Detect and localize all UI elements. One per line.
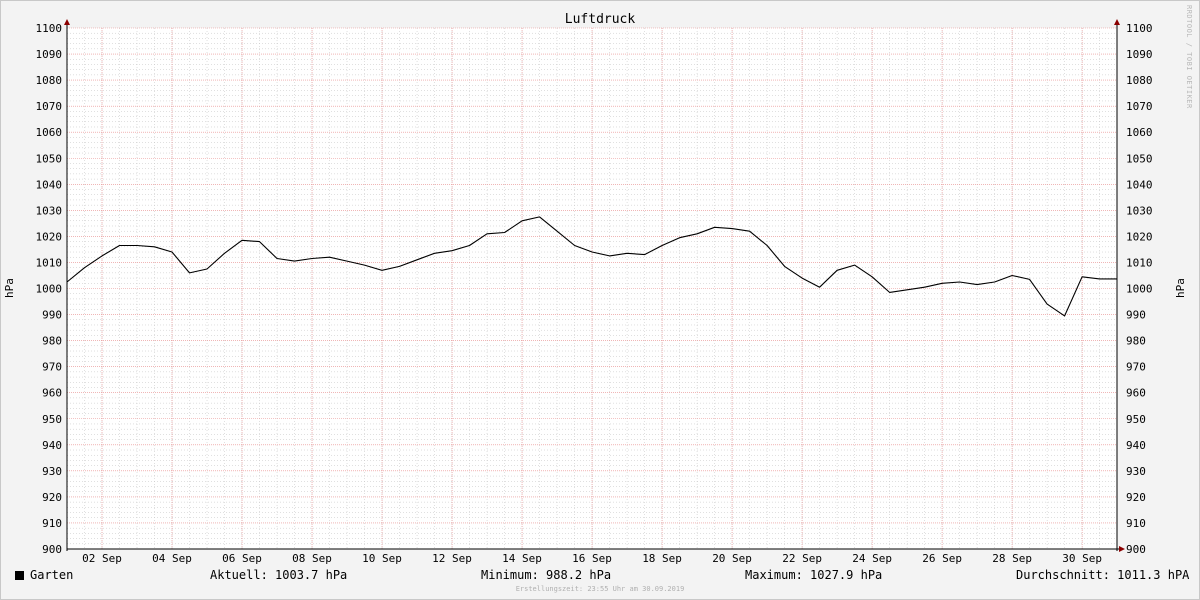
y-tick-label: 1090 xyxy=(36,48,63,61)
y-tick-label: 990 xyxy=(42,309,62,322)
y-tick-label: 1020 xyxy=(1126,230,1153,243)
y-tick-label: 1060 xyxy=(36,126,63,139)
x-tick-label: 02 Sep xyxy=(82,552,122,565)
y-axis-arrow-right xyxy=(1114,19,1120,25)
y-tick-label: 940 xyxy=(1126,439,1146,452)
y-tick-label: 1050 xyxy=(36,152,63,165)
y-tick-label: 1030 xyxy=(1126,204,1153,217)
y-tick-label: 1080 xyxy=(36,74,63,87)
x-tick-labels: 02 Sep 04 Sep 06 Sep 08 Sep 10 Sep 12 Sep 14 S… xyxy=(82,552,1102,565)
y-tick-label: 1040 xyxy=(36,178,63,191)
y-tick-label: 1010 xyxy=(1126,256,1153,269)
y-tick-label: 960 xyxy=(1126,387,1146,400)
legend-minimum: Minimum: 988.2 hPa xyxy=(481,568,612,582)
x-tick-label: 14 Sep xyxy=(502,552,542,565)
y-tick-label: 1100 xyxy=(36,22,63,35)
y-tick-label: 970 xyxy=(1126,361,1146,374)
y-tick-label: 1070 xyxy=(36,100,63,113)
y-tick-label: 1000 xyxy=(36,283,63,296)
x-tick-label: 26 Sep xyxy=(922,552,962,565)
y-tick-label: 930 xyxy=(1126,465,1146,478)
legend-series: Garten xyxy=(15,568,73,582)
x-tick-label: 08 Sep xyxy=(292,552,332,565)
legend-maximum: Maximum: 1027.9 hPa xyxy=(745,568,883,582)
x-tick-label: 18 Sep xyxy=(642,552,682,565)
y-axis-arrow-left xyxy=(64,19,70,25)
y-tick-labels-left: 900 910 920 930 940 950 960 970 980 990 1000 1010 10… xyxy=(36,22,63,556)
legend-series-label: Garten xyxy=(30,568,74,582)
y-tick-label: 950 xyxy=(42,413,62,426)
y-tick-label: 940 xyxy=(42,439,62,452)
x-tick-label: 20 Sep xyxy=(712,552,752,565)
y-tick-label: 1080 xyxy=(1126,74,1153,87)
x-axis-arrow xyxy=(1119,546,1125,552)
y-tick-label: 1050 xyxy=(1126,152,1153,165)
y-tick-label: 1040 xyxy=(1126,178,1153,191)
x-tick-label: 22 Sep xyxy=(782,552,822,565)
x-tick-label: 06 Sep xyxy=(222,552,262,565)
luftdruck-chart: 900 910 920 930 940 950 960 970 980 990 1000 1010 10… xyxy=(3,12,1187,565)
x-tick-label: 30 Sep xyxy=(1062,552,1102,565)
y-axis-label-left: hPa xyxy=(3,278,16,298)
x-tick-label: 24 Sep xyxy=(852,552,892,565)
y-tick-label: 900 xyxy=(1126,543,1146,556)
y-tick-label: 980 xyxy=(1126,335,1146,348)
creation-timestamp: Erstellungszeit: 23:55 Uhr am 30.09.2019 xyxy=(515,585,685,593)
x-tick-label: 10 Sep xyxy=(362,552,402,565)
y-tick-label: 1000 xyxy=(1126,283,1153,296)
y-tick-label: 1060 xyxy=(1126,126,1153,139)
y-tick-label: 910 xyxy=(1126,517,1146,530)
x-tick-label: 28 Sep xyxy=(992,552,1032,565)
x-tick-label: 12 Sep xyxy=(432,552,472,565)
y-tick-label: 910 xyxy=(42,517,62,530)
y-tick-label: 920 xyxy=(1126,491,1146,504)
y-tick-label: 990 xyxy=(1126,309,1146,322)
y-tick-label: 1100 xyxy=(1126,22,1153,35)
y-tick-labels-right: 900 910 920 930 940 950 960 970 980 990 1000 1010 10… xyxy=(1126,22,1153,556)
y-axis-label-right: hPa xyxy=(1174,278,1187,298)
y-tick-label: 1090 xyxy=(1126,48,1153,61)
legend-swatch xyxy=(15,571,24,580)
y-tick-label: 1070 xyxy=(1126,100,1153,113)
y-tick-label: 1030 xyxy=(36,204,63,217)
x-tick-label: 04 Sep xyxy=(152,552,192,565)
y-tick-label: 970 xyxy=(42,361,62,374)
y-tick-label: 1020 xyxy=(36,230,63,243)
x-tick-label: 16 Sep xyxy=(572,552,612,565)
y-tick-label: 900 xyxy=(42,543,62,556)
chart-title: Luftdruck xyxy=(565,12,636,27)
watermark: RRDTOOL / TOBI OETIKER xyxy=(1185,5,1193,109)
legend-durchschnitt: Durchschnitt: 1011.3 hPA xyxy=(1016,568,1190,582)
y-tick-label: 930 xyxy=(42,465,62,478)
y-tick-label: 950 xyxy=(1126,413,1146,426)
y-tick-label: 960 xyxy=(42,387,62,400)
y-tick-label: 920 xyxy=(42,491,62,504)
y-tick-label: 1010 xyxy=(36,256,63,269)
legend-aktuell: Aktuell: 1003.7 hPa xyxy=(210,568,348,582)
y-tick-label: 980 xyxy=(42,335,62,348)
